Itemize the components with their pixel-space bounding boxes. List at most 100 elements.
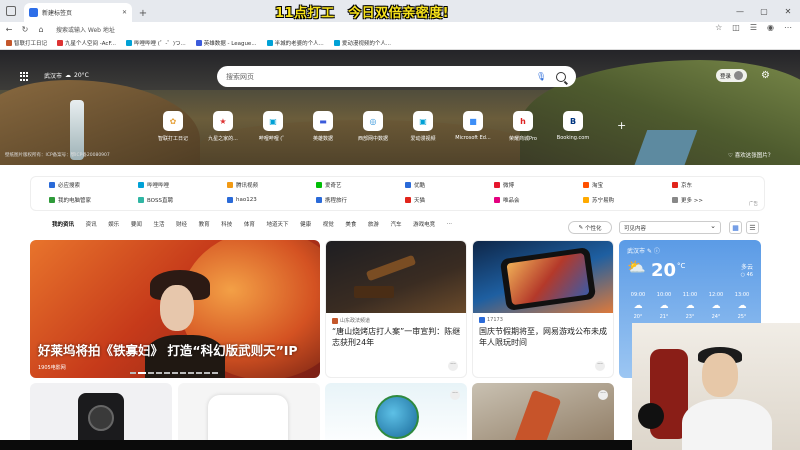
partly-cloudy-icon: ⛅ (627, 258, 646, 276)
channel-tab[interactable]: 汽车 (391, 220, 402, 228)
search-box[interactable]: 搜索网页 🎙 (217, 66, 576, 87)
channel-tab[interactable]: 生活 (153, 220, 164, 228)
more-options-icon[interactable]: ··· (598, 390, 608, 400)
quick-tile[interactable]: ▬ 英雄数据 (298, 111, 348, 142)
featured-image-face (160, 285, 194, 331)
featured-title[interactable]: 好莱坞将拍《铁寡妇》 打造“科幻版武则天”IP (38, 340, 318, 359)
channel-tab[interactable]: 旅游 (368, 220, 379, 228)
minimize-button[interactable]: — (728, 0, 752, 22)
site-link[interactable]: 携程旅行 (316, 196, 405, 204)
channel-tab[interactable]: 娱乐 (108, 220, 119, 228)
bookmark-item[interactable]: 九星个人空间 -AcF... (57, 39, 116, 47)
site-link[interactable]: 优酷 (405, 181, 494, 189)
news-title[interactable]: “唐山烧烤店打人案”一审宣判：陈继志获刑24年 (332, 327, 464, 349)
channel-tab[interactable]: 要闻 (131, 220, 142, 228)
bookmark-item[interactable]: 哔哩哔哩 (゜-゜)つ... (125, 39, 186, 47)
quick-tile[interactable]: B Booking.com (548, 111, 598, 142)
quick-tile[interactable]: ■ Microsoft Ed... (448, 111, 498, 142)
site-link[interactable]: BOSS直聘 (138, 196, 227, 204)
more-options-icon[interactable]: ··· (448, 361, 458, 371)
maximize-button[interactable]: ▢ (752, 0, 776, 22)
split-screen-icon[interactable]: ◫ (732, 23, 740, 32)
site-link[interactable]: 苏宁易购 (583, 196, 672, 204)
refresh-icon[interactable]: ↻ (20, 25, 30, 34)
channel-tab[interactable]: ... (447, 220, 452, 228)
new-tab-button[interactable]: + (136, 4, 150, 22)
edge-favicon-icon (29, 8, 38, 17)
site-link[interactable]: 天猫 (405, 196, 494, 204)
bookmark-item[interactable]: 半城的老婆的个人... (266, 39, 324, 47)
channel-tab[interactable]: 体育 (244, 220, 255, 228)
featured-news-card[interactable]: 好莱坞将拍《铁寡妇》 打造“科幻版武则天”IP (30, 240, 320, 378)
site-link[interactable]: 我的电脑管家 (49, 196, 138, 204)
channel-tab[interactable]: 游戏电竞 (413, 220, 435, 228)
site-link[interactable]: 腾讯视频 (227, 181, 316, 189)
quick-tile[interactable]: ◎ 西部网中数据 (348, 111, 398, 142)
news-card[interactable]: 山东政法频道 “唐山烧烤店打人案”一审宣判：陈继志获刑24年 ··· (325, 240, 467, 378)
add-tile-icon[interactable]: + (617, 119, 626, 132)
news-card[interactable]: 17173 国庆节假期将至，网易游戏公布未成年人限玩时间 ··· (472, 240, 614, 378)
tab-actions-icon[interactable] (6, 6, 16, 16)
site-link[interactable]: hao123 (227, 196, 316, 204)
more-options-icon[interactable]: ··· (595, 361, 605, 371)
site-icon (316, 182, 322, 188)
quick-tile[interactable]: ▣ 爱动漫视频 (398, 111, 448, 142)
home-icon[interactable]: ⌂ (36, 25, 46, 34)
hero-weather[interactable]: 武汉市 ☁ 20°C (44, 71, 89, 80)
site-link[interactable]: 哔哩哔哩 (138, 181, 227, 189)
hero-city: 武汉市 (44, 73, 63, 80)
channel-tab[interactable]: 科技 (221, 220, 232, 228)
collections-icon[interactable]: ☰ (750, 23, 757, 32)
close-tab-icon[interactable]: ✕ (122, 9, 127, 16)
edit-icon[interactable]: ✎ ⓘ (647, 248, 660, 255)
channel-tab[interactable]: 教育 (199, 220, 210, 228)
apps-grid-icon[interactable] (20, 72, 29, 81)
site-link[interactable]: 淘宝 (583, 181, 672, 189)
site-link[interactable]: 更多 >> (672, 196, 761, 204)
address-input[interactable]: 搜索或输入 Web 地址 (56, 25, 115, 34)
search-input[interactable]: 搜索网页 (226, 72, 536, 82)
profile-icon[interactable]: ◉ (767, 23, 774, 32)
channel-tab[interactable]: 财经 (176, 220, 187, 228)
cloud-icon: ☁ (65, 72, 72, 79)
site-link[interactable]: 京东 (672, 181, 761, 189)
channel-tab[interactable]: 地道天下 (266, 220, 288, 228)
close-window-button[interactable]: ✕ (776, 0, 800, 22)
bookmark-item[interactable]: 爱动漫视频的个人... (333, 39, 391, 47)
bookmark-item[interactable]: 英雄数据 - League... (195, 39, 257, 47)
list-view-icon[interactable]: ☰ (746, 221, 759, 234)
carousel-dots[interactable] (130, 372, 218, 374)
favorites-star-icon[interactable]: ☆ (715, 23, 722, 32)
bookmark-item[interactable]: 智联打工日记 (6, 39, 47, 47)
quick-tile[interactable]: ✿ 智联打工日记 (148, 111, 198, 142)
site-link[interactable]: 唯品会 (494, 196, 583, 204)
quick-tile[interactable]: ★ 九星之家的... (198, 111, 248, 142)
site-link[interactable]: 爱奇艺 (316, 181, 405, 189)
login-button[interactable]: 登录 (716, 69, 748, 82)
channel-tab[interactable]: 视觉 (323, 220, 334, 228)
microphone-icon[interactable]: 🎙 (536, 72, 546, 82)
channel-tab[interactable]: 美食 (345, 220, 356, 228)
search-icon[interactable] (556, 71, 566, 82)
channel-tab[interactable]: 资讯 (86, 220, 97, 228)
news-title[interactable]: 国庆节假期将至，网易游戏公布未成年人限玩时间 (479, 327, 611, 349)
quick-tile[interactable]: ▣ 哔哩哔哩 (゜ (248, 111, 298, 142)
channel-tab[interactable]: 健康 (300, 220, 311, 228)
channel-tab[interactable]: 我的资讯 (52, 220, 74, 228)
site-icon (227, 197, 233, 203)
grid-view-icon[interactable]: ▦ (729, 221, 742, 234)
more-options-icon[interactable]: ··· (450, 390, 460, 400)
visible-content-select[interactable]: 可见内容 (619, 221, 721, 234)
site-icon (138, 197, 144, 203)
tab-new[interactable]: 新建标签页 ✕ (24, 3, 132, 22)
quick-tile[interactable]: h 荣耀商城Pro (498, 111, 548, 142)
menu-icon[interactable]: ⋯ (784, 23, 792, 32)
site-link[interactable]: 必应搜索 (49, 181, 138, 189)
bookmark-icon (57, 40, 64, 46)
back-icon[interactable]: ← (4, 25, 14, 34)
site-link[interactable]: 微博 (494, 181, 583, 189)
like-wallpaper[interactable]: ♡ 喜欢这张图片？ (728, 151, 773, 159)
gear-icon[interactable]: ⚙ (761, 70, 770, 81)
news-source: 山东政法频道 (332, 317, 370, 324)
personalize-button[interactable]: ✎ 个性化 (568, 221, 612, 234)
